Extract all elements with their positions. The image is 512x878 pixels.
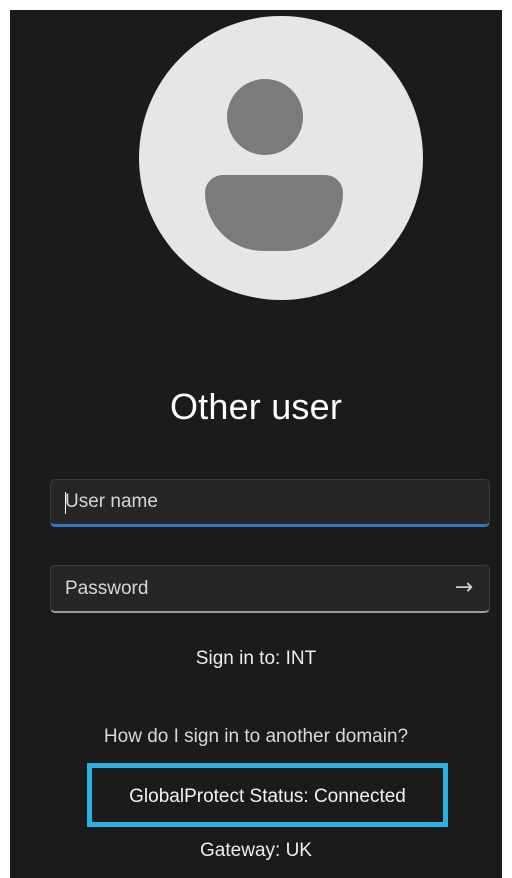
arrow-right-icon[interactable]: → — [449, 573, 479, 603]
sign-in-domain-text: Sign in to: INT — [195, 648, 317, 669]
text-cursor — [65, 492, 66, 514]
lock-screen: Other user → Sign in to: INT How do I si… — [10, 10, 502, 878]
avatar-body-icon — [205, 175, 343, 251]
password-input[interactable] — [51, 566, 489, 611]
password-field[interactable]: → — [50, 565, 490, 613]
globalprotect-status-highlight: GlobalProtect Status: Connected — [87, 763, 448, 827]
globalprotect-status-text: GlobalProtect Status: Connected — [129, 786, 406, 807]
other-domain-link[interactable]: How do I sign in to another domain? — [10, 726, 502, 748]
username-input[interactable] — [51, 480, 489, 524]
avatar-head-icon — [227, 79, 303, 155]
username-field[interactable] — [50, 479, 490, 527]
gateway-text: Gateway: UK — [200, 840, 312, 861]
user-avatar — [139, 16, 423, 300]
user-name-title: Other user — [169, 386, 343, 427]
